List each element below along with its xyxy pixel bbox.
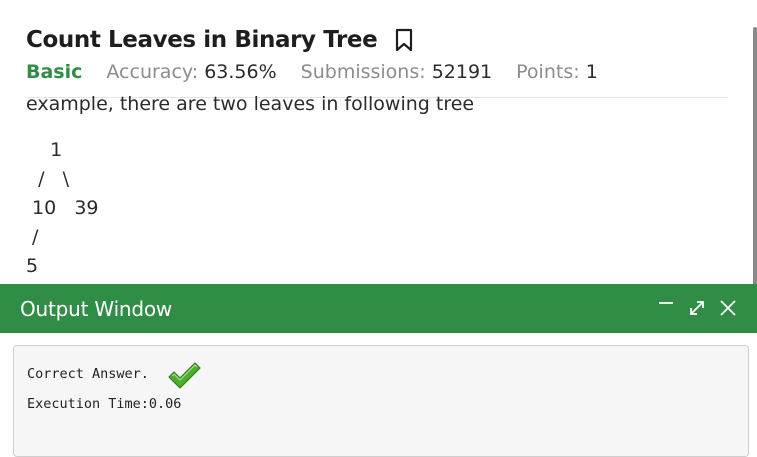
output-window-title: Output Window [20,296,173,321]
difficulty-badge: Basic [26,61,83,83]
minimize-icon[interactable] [655,297,677,319]
scrollbar[interactable] [753,27,757,287]
expand-icon[interactable] [686,297,708,319]
points-value: 1 [585,61,598,83]
output-panel: Correct Answer. Execution Time:0.06 [13,345,749,457]
submissions-value: 52191 [431,61,493,83]
accuracy-stat: Accuracy: 63.56% [106,61,276,83]
result-text: Correct Answer. [27,366,149,382]
problem-meta: Basic Accuracy: 63.56% Submissions: 5219… [26,58,622,86]
checkmark-icon [167,360,201,390]
problem-description: example, there are two leaves in followi… [26,93,475,115]
accuracy-value: 63.56% [204,61,277,83]
close-icon[interactable] [717,297,739,319]
submissions-label: Submissions: [300,61,426,83]
submissions-stat: Submissions: 52191 [301,61,493,83]
output-window-header: Output Window [0,284,757,333]
example-tree: 1 / \ 10 39 / 5 [26,139,99,277]
bookmark-icon[interactable] [395,27,415,53]
execution-time: Execution Time:0.06 [27,396,182,412]
accuracy-label: Accuracy: [106,61,199,83]
points-label: Points: [516,61,580,83]
problem-header: Count Leaves in Binary Tree [26,24,415,56]
window-controls [646,294,739,322]
problem-title: Count Leaves in Binary Tree [26,27,378,53]
points-stat: Points: 1 [516,61,598,83]
